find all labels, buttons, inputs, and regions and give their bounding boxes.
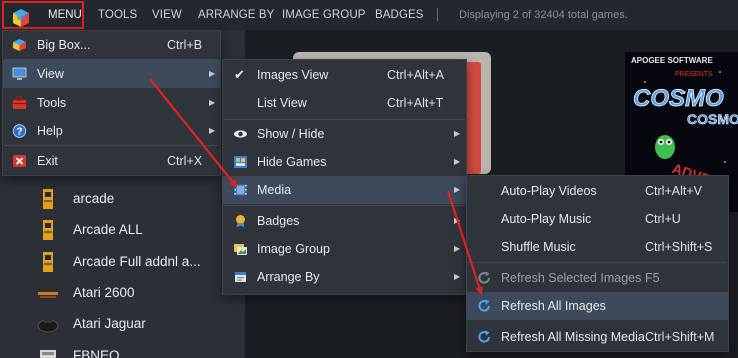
annotation-arrow-view-to-media [149, 78, 238, 188]
annotation-arrows [149, 78, 483, 295]
annotation-arrow-media-to-refresh [446, 190, 483, 295]
